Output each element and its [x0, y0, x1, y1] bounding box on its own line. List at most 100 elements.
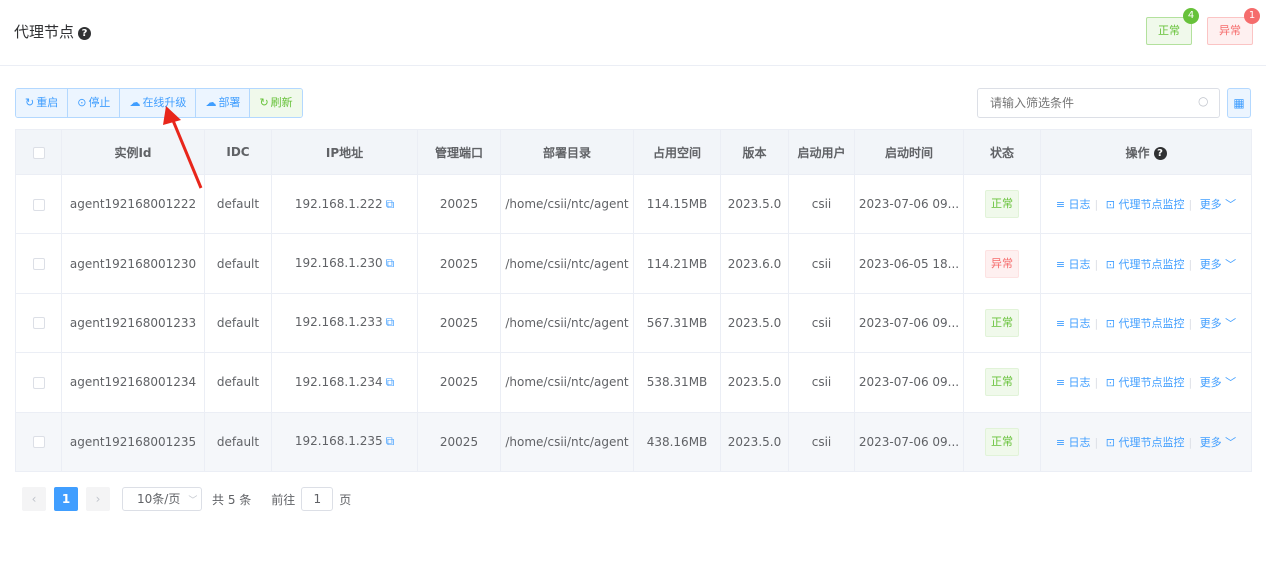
page-number-button[interactable]: 1	[54, 487, 78, 511]
cell-user: csii	[788, 292, 855, 354]
row-select-cell[interactable]	[15, 292, 62, 354]
more-dropdown[interactable]: 更多 ﹀	[1200, 376, 1237, 389]
copy-icon[interactable]: ⧉	[386, 375, 395, 389]
column-settings-button[interactable]: ▦	[1227, 88, 1251, 118]
upgrade-button[interactable]: ☁ 在线升级	[120, 89, 197, 117]
column-header: 占用空间	[633, 129, 721, 175]
status-ok-count-badge: 4	[1183, 8, 1199, 24]
more-dropdown[interactable]: 更多 ﹀	[1200, 258, 1237, 271]
page-size-value: 10条/页	[137, 492, 181, 506]
row-checkbox[interactable]	[32, 198, 45, 211]
list-icon: ≡	[1055, 316, 1069, 330]
chevron-down-icon: ﹀	[1221, 376, 1237, 390]
copy-icon[interactable]: ⧉	[386, 434, 395, 448]
row-checkbox[interactable]	[32, 317, 45, 330]
table-row[interactable]: agent192168001234 default 192.168.1.234 ⧉ 20…	[15, 352, 1252, 413]
column-header: IP地址	[271, 129, 418, 175]
restart-button[interactable]: ↻ 重启	[16, 89, 69, 117]
row-checkbox[interactable]	[32, 376, 45, 389]
column-header: 部署目录	[500, 129, 634, 175]
cell-version: 2023.5.0	[720, 292, 789, 354]
chevron-down-icon: ﹀	[1221, 257, 1237, 271]
row-select-cell[interactable]	[15, 173, 62, 235]
monitor-label: 代理节点监控	[1118, 376, 1185, 390]
row-checkbox[interactable]	[32, 258, 45, 271]
page-size-select[interactable]: 10条/页 ﹀	[122, 487, 202, 511]
status-err-count-badge: 1	[1244, 8, 1260, 24]
filter-search-input[interactable]	[977, 88, 1220, 118]
table-row[interactable]: agent192168001222 default 192.168.1.222 ⧉ 20…	[15, 173, 1252, 235]
cell-time: 2023-07-06 09...	[854, 173, 964, 235]
select-all-checkbox[interactable]	[32, 146, 45, 159]
monitor-link[interactable]: ⊡ 代理节点监控	[1106, 376, 1185, 389]
more-dropdown[interactable]: 更多 ﹀	[1200, 436, 1237, 449]
monitor-link[interactable]: ⊡ 代理节点监控	[1106, 317, 1185, 330]
cell-space: 438.16MB	[633, 411, 721, 472]
copy-icon[interactable]: ⧉	[386, 256, 395, 270]
list-icon: ≡	[1055, 257, 1069, 271]
log-link[interactable]: ≡ 日志	[1056, 258, 1091, 271]
help-icon[interactable]: ?	[78, 27, 92, 40]
column-header: IDC	[204, 129, 272, 175]
status-ok-button[interactable]: 正常 4	[1146, 8, 1199, 45]
cell-status: 正常	[963, 292, 1041, 354]
more-dropdown[interactable]: 更多 ﹀	[1200, 317, 1237, 330]
cell-idc: default	[204, 233, 272, 294]
search-icon[interactable]: ○	[1198, 94, 1208, 108]
ip-text: 192.168.1.233	[294, 315, 383, 330]
cell-dir: /home/csii/ntc/agent	[500, 411, 634, 472]
status-err-button[interactable]: 异常 1	[1207, 8, 1260, 45]
camera-icon: ⊡	[1105, 435, 1119, 449]
goto-page-input[interactable]: 1	[301, 487, 334, 511]
chevron-down-icon: ﹀	[1221, 316, 1237, 330]
more-label: 更多	[1199, 257, 1222, 271]
cell-ip: 192.168.1.222 ⧉	[271, 173, 418, 235]
cell-ip: 192.168.1.234 ⧉	[271, 352, 418, 413]
prev-page-button[interactable]: ‹	[22, 487, 46, 511]
monitor-label: 代理节点监控	[1118, 198, 1185, 212]
next-page-button[interactable]: ›	[86, 487, 110, 511]
restart-label: 重启	[36, 96, 59, 109]
refresh-button[interactable]: ↻ 刷新	[250, 89, 302, 117]
log-link[interactable]: ≡ 日志	[1056, 436, 1091, 449]
pagination: ‹ 1 › 10条/页 ﹀ 共 5 条 前往 1 页	[22, 487, 351, 511]
stop-label: 停止	[88, 96, 111, 109]
deploy-button[interactable]: ☁ 部署	[196, 89, 251, 117]
monitor-link[interactable]: ⊡ 代理节点监控	[1106, 436, 1185, 449]
agent-table: 实例Id IDC IP地址 管理端口 部署目录 占用空间 版本 启动用户 启动时…	[15, 129, 1252, 472]
stop-button[interactable]: ⊙ 停止	[68, 89, 121, 117]
copy-icon[interactable]: ⧉	[386, 197, 395, 211]
monitor-link[interactable]: ⊡ 代理节点监控	[1106, 258, 1185, 271]
cell-version: 2023.5.0	[720, 352, 789, 413]
cell-ops: ≡ 日志 | ⊡ 代理节点监控 | 更多 ﹀	[1040, 411, 1252, 472]
chevron-down-icon: ﹀	[1221, 198, 1237, 212]
cell-idc: default	[204, 411, 272, 472]
divider: |	[1094, 435, 1099, 449]
copy-icon[interactable]: ⧉	[386, 315, 395, 329]
row-select-cell[interactable]	[15, 352, 62, 413]
log-link[interactable]: ≡ 日志	[1056, 317, 1091, 330]
help-icon[interactable]: ?	[1153, 146, 1167, 160]
log-link[interactable]: ≡ 日志	[1056, 198, 1091, 211]
select-all-cell[interactable]	[15, 129, 62, 175]
log-link[interactable]: ≡ 日志	[1056, 376, 1091, 389]
row-select-cell[interactable]	[15, 233, 62, 294]
column-header: 启动时间	[854, 129, 964, 175]
divider: |	[1188, 316, 1193, 330]
cell-time: 2023-07-06 09...	[854, 292, 964, 354]
row-select-cell[interactable]	[15, 411, 62, 472]
table-row[interactable]: agent192168001233 default 192.168.1.233 ⧉ 20…	[15, 292, 1252, 354]
monitor-label: 代理节点监控	[1118, 257, 1185, 271]
list-icon: ≡	[1055, 435, 1069, 449]
cell-id: agent192168001230	[61, 233, 205, 294]
log-label: 日志	[1068, 257, 1091, 271]
grid-icon: ▦	[1233, 96, 1245, 110]
cell-port: 20025	[417, 352, 501, 413]
cell-port: 20025	[417, 233, 501, 294]
more-dropdown[interactable]: 更多 ﹀	[1200, 198, 1237, 211]
cell-id: agent192168001222	[61, 173, 205, 235]
row-checkbox[interactable]	[32, 436, 45, 449]
monitor-link[interactable]: ⊡ 代理节点监控	[1106, 198, 1185, 211]
table-row[interactable]: agent192168001230 default 192.168.1.230 ⧉ 20…	[15, 233, 1252, 294]
table-row[interactable]: agent192168001235 default 192.168.1.235 ⧉ 20…	[15, 411, 1252, 472]
